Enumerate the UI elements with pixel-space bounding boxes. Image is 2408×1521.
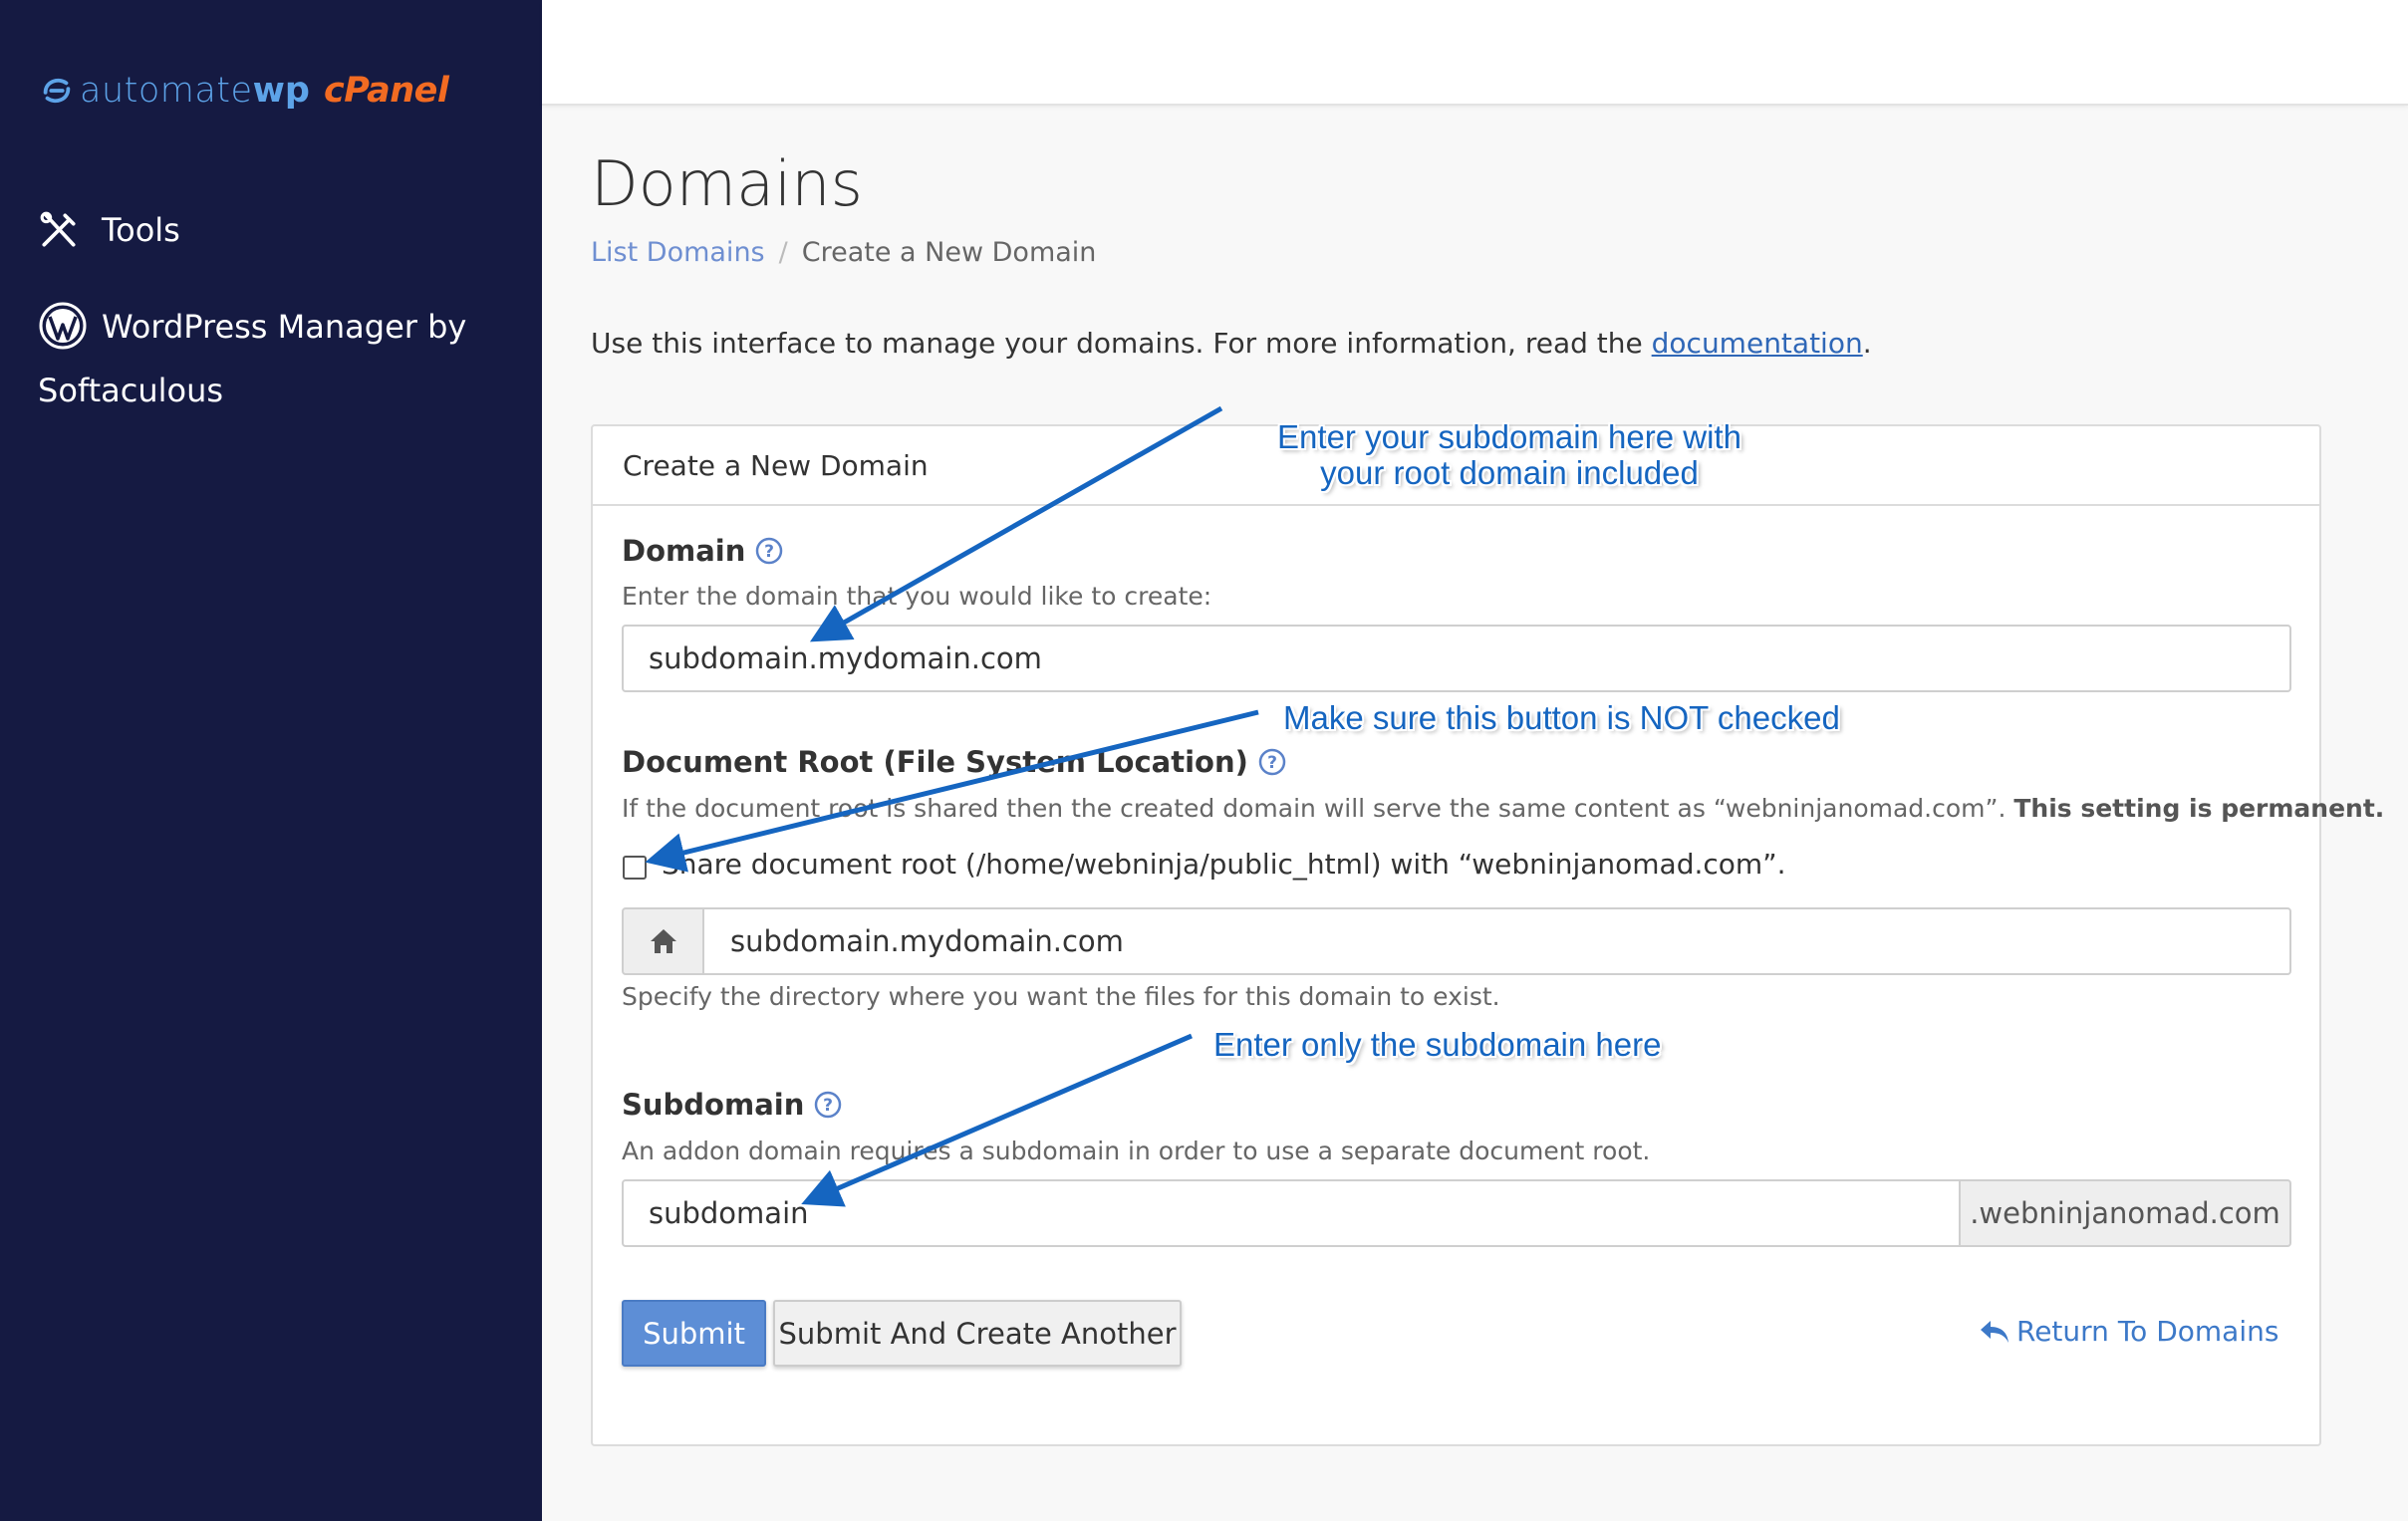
svg-text:?: ? xyxy=(1267,753,1277,773)
subdomain-input-value: subdomain xyxy=(649,1196,809,1230)
annotation-note-subdomain: Enter only the subdomain here xyxy=(1213,1026,1662,1063)
domain-label: Domain ? xyxy=(622,534,783,568)
tools-icon xyxy=(40,211,76,247)
document-root-hint: If the document root is shared then the … xyxy=(622,794,2384,823)
svg-text:?: ? xyxy=(764,542,774,562)
document-root-input[interactable]: subdomain.mydomain.com xyxy=(702,907,2291,975)
documentation-link[interactable]: documentation xyxy=(1652,327,1863,360)
subdomain-label-text: Subdomain xyxy=(622,1088,805,1122)
subdomain-suffix: .webninjanomad.com xyxy=(1959,1179,2291,1247)
help-icon[interactable]: ? xyxy=(1258,748,1286,776)
sidebar: automate wp cPanel Tools WordPress Manag… xyxy=(0,0,542,1521)
annotation-note-domain-line1: Enter your subdomain here with xyxy=(1277,418,1741,455)
automatewp-logo-icon xyxy=(43,78,71,104)
annotation-note-checkbox: Make sure this button is NOT checked xyxy=(1283,699,1840,736)
document-root-addon xyxy=(622,907,704,975)
intro-text-body: Use this interface to manage your domain… xyxy=(591,327,1652,360)
share-document-root-label[interactable]: Share document root (/home/webninja/publ… xyxy=(662,848,1786,881)
wordpress-icon xyxy=(39,302,87,350)
document-root-help: Specify the directory where you want the… xyxy=(622,982,1500,1011)
sidebar-item-label: WordPress Manager by Softaculous xyxy=(38,308,467,409)
return-arrow-icon xyxy=(1981,1320,2008,1343)
document-root-hint-text: If the document root is shared then the … xyxy=(622,794,2014,823)
subdomain-label: Subdomain ? xyxy=(622,1088,842,1122)
domain-input-value: subdomain.mydomain.com xyxy=(649,641,1042,675)
help-icon[interactable]: ? xyxy=(814,1091,842,1119)
document-root-label: Document Root (File System Location) ? xyxy=(622,745,1286,779)
return-to-domains-label: Return To Domains xyxy=(2016,1315,2279,1348)
subdomain-input[interactable]: subdomain xyxy=(622,1179,1961,1247)
sidebar-item-label: Tools xyxy=(102,211,180,249)
annotation-note-domain-line2: your root domain included xyxy=(1320,454,1699,491)
sidebar-item-wordpress-manager[interactable]: WordPress Manager by Softaculous xyxy=(38,295,476,414)
document-root-hint-bold: This setting is permanent. xyxy=(2013,794,2385,823)
breadcrumb-list-domains-link[interactable]: List Domains xyxy=(591,237,765,268)
share-document-root-checkbox[interactable] xyxy=(623,856,647,880)
domain-label-text: Domain xyxy=(622,534,746,568)
submit-button[interactable]: Submit xyxy=(622,1300,766,1367)
logo-cpanel-text: cPanel xyxy=(323,71,449,111)
help-icon[interactable]: ? xyxy=(755,537,783,565)
breadcrumb: List Domains / Create a New Domain xyxy=(591,237,1096,268)
domain-input[interactable]: subdomain.mydomain.com xyxy=(622,625,2291,692)
submit-and-create-another-button[interactable]: Submit And Create Another xyxy=(773,1300,1182,1367)
intro-text: Use this interface to manage your domain… xyxy=(591,327,1872,360)
domain-hint: Enter the domain that you would like to … xyxy=(622,582,1212,611)
intro-text-end: . xyxy=(1862,327,1872,360)
sidebar-item-tools[interactable]: Tools xyxy=(38,205,180,255)
page-title: Domains xyxy=(591,147,863,220)
top-bar xyxy=(542,0,2408,106)
subdomain-hint: An addon domain requires a subdomain in … xyxy=(622,1137,1651,1165)
logo-wp-text: wp xyxy=(252,71,310,111)
document-root-label-text: Document Root (File System Location) xyxy=(622,745,1248,779)
annotation-note-domain: Enter your subdomain here with your root… xyxy=(1215,419,1803,491)
home-icon xyxy=(650,929,676,953)
logo-automate-text: automate xyxy=(80,71,253,111)
breadcrumb-current: Create a New Domain xyxy=(801,237,1097,268)
breadcrumb-separator: / xyxy=(778,237,788,268)
return-to-domains-link[interactable]: Return To Domains xyxy=(1979,1315,2278,1348)
svg-text:?: ? xyxy=(823,1096,833,1116)
logo[interactable]: automate wp cPanel xyxy=(38,66,449,116)
document-root-input-value: subdomain.mydomain.com xyxy=(730,924,1124,958)
